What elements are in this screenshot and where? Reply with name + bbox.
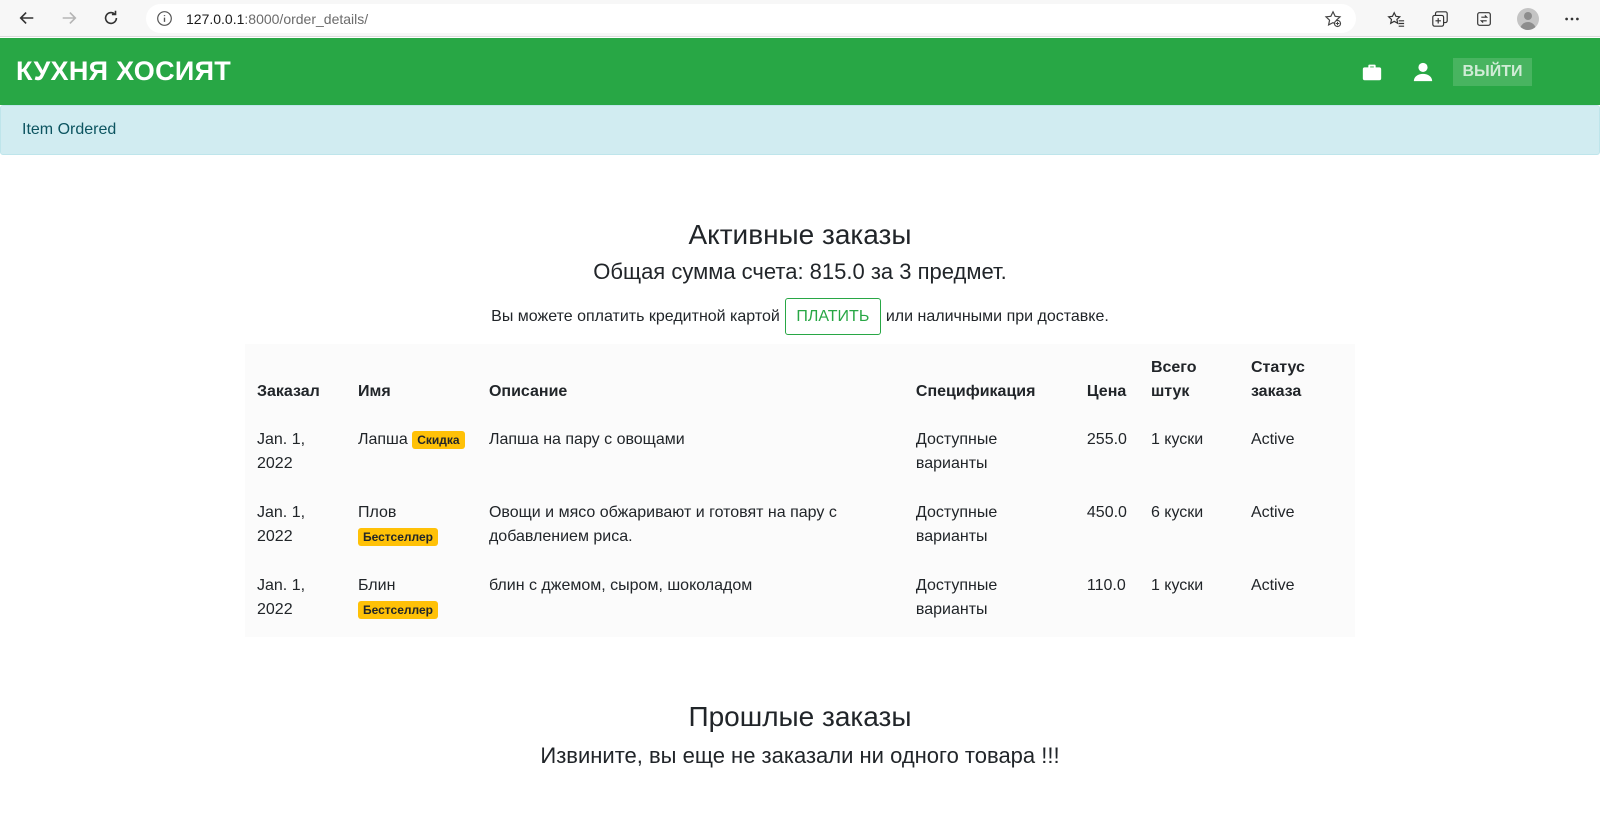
- item-name: Блин: [357, 577, 396, 594]
- item-qty: 1 куски: [1150, 577, 1204, 594]
- forward-button[interactable]: [48, 0, 90, 37]
- browser-toolbar: 127.0.0.1:8000/order_details/: [0, 0, 1600, 37]
- order-status: Active: [1250, 431, 1295, 448]
- no-past-orders-message: Извините, вы еще не заказали ни одного т…: [540, 743, 1060, 768]
- item-description: блин с джемом, сыром, шоколадом: [488, 577, 753, 594]
- add-favorite-icon[interactable]: [1324, 10, 1342, 28]
- column-header: Всего штук: [1150, 359, 1197, 400]
- sync-button[interactable]: [1462, 0, 1506, 37]
- payment-line: Вы можете оплатить кредитной картой ПЛАТ…: [0, 298, 1600, 335]
- orders-button[interactable]: [1360, 60, 1384, 84]
- url-host: 127.0.0.1: [186, 10, 245, 27]
- order-status: Active: [1250, 577, 1295, 594]
- bestseller-badge: Бестселлер: [357, 527, 438, 546]
- column-header: Спецификация: [915, 383, 1036, 400]
- order-status: Active: [1250, 504, 1295, 521]
- item-price: 450.0: [1086, 504, 1127, 521]
- discount-badge: Скидка: [412, 430, 465, 449]
- table-row: Jan. 1, 2022 Плов Бестселлер Овощи и мясо…: [245, 491, 1355, 564]
- bestseller-badge: Бестселлер: [357, 600, 438, 619]
- item-name: Плов: [357, 504, 397, 521]
- back-button[interactable]: [6, 0, 48, 37]
- column-header: Статус заказа: [1250, 359, 1305, 400]
- navbar-actions: ВЫЙТИ: [1360, 38, 1600, 105]
- url-path: :8000/order_details/: [244, 10, 369, 27]
- item-name-cell: Плов Бестселлер: [346, 491, 477, 564]
- ellipsis-icon: [1565, 17, 1579, 20]
- active-orders-table: Заказал Имя Описание Спецификация Цена В…: [245, 344, 1355, 637]
- reload-button[interactable]: [90, 0, 132, 37]
- more-menu-button[interactable]: [1550, 0, 1594, 37]
- forward-arrow-icon: [62, 12, 77, 24]
- site-navbar: КУХНЯ ХОСИЯТ ВЫЙТИ: [0, 38, 1600, 105]
- pay-prefix: Вы можете оплатить кредитной картой: [491, 307, 780, 325]
- order-date: Jan. 1, 2022: [257, 431, 306, 472]
- reload-icon: [104, 10, 118, 25]
- item-price: 255.0: [1086, 431, 1127, 448]
- alert-message: Item Ordered: [0, 105, 1600, 155]
- brand-logo-text[interactable]: КУХНЯ ХОСИЯТ: [16, 56, 231, 87]
- browser-right-toolbar: [1374, 0, 1600, 37]
- table-row: Jan. 1, 2022 Лапша Скидка Лапша на пару …: [245, 418, 1355, 491]
- collections-button[interactable]: [1418, 0, 1462, 37]
- past-orders-title: Прошлые заказы: [688, 701, 912, 732]
- table-row: Jan. 1, 2022 Блин Бестселлер блин с джемо…: [245, 564, 1355, 637]
- item-description: Лапша на пару с овощами: [488, 431, 685, 448]
- pay-suffix: или наличными при доставке.: [885, 307, 1109, 325]
- collections-icon: [1432, 10, 1448, 27]
- item-name: Лапша: [357, 431, 408, 448]
- profile-button[interactable]: [1506, 0, 1550, 37]
- profile-avatar: [1517, 7, 1539, 30]
- item-qty: 1 куски: [1150, 431, 1204, 448]
- url-text[interactable]: 127.0.0.1:8000/order_details/: [186, 11, 368, 27]
- alert-text: Item Ordered: [22, 121, 117, 138]
- pay-button[interactable]: ПЛАТИТЬ: [784, 298, 881, 335]
- item-price: 110.0: [1086, 577, 1126, 594]
- item-spec: Доступные варианты: [915, 504, 998, 545]
- column-header: Имя: [357, 383, 391, 400]
- active-orders-title: Активные заказы: [688, 219, 912, 250]
- briefcase-icon: [1362, 64, 1382, 80]
- browser-essentials-icon: [1477, 11, 1491, 26]
- item-qty: 6 куски: [1150, 504, 1204, 521]
- favorites-button[interactable]: [1374, 0, 1418, 37]
- column-header: Цена: [1086, 383, 1127, 400]
- order-total: Общая сумма счета: 815.0 за 3 предмет.: [593, 259, 1007, 284]
- item-spec: Доступные варианты: [915, 577, 998, 618]
- user-icon: [1413, 62, 1433, 81]
- item-name-cell: Лапша Скидка: [346, 418, 477, 491]
- order-date: Jan. 1, 2022: [257, 577, 306, 618]
- back-arrow-icon: [19, 12, 34, 24]
- column-header: Описание: [488, 383, 568, 400]
- item-description: Овощи и мясо обжаривают и готовят на пар…: [488, 504, 837, 545]
- order-date: Jan. 1, 2022: [257, 504, 306, 545]
- favorites-icon: [1387, 10, 1405, 27]
- logout-button[interactable]: ВЫЙТИ: [1453, 57, 1532, 86]
- info-icon[interactable]: [156, 10, 173, 27]
- table-header-row: Заказал Имя Описание Спецификация Цена В…: [245, 344, 1355, 418]
- item-name-cell: Блин Бестселлер: [346, 564, 477, 637]
- address-bar[interactable]: 127.0.0.1:8000/order_details/: [146, 4, 1356, 33]
- item-spec: Доступные варианты: [915, 431, 998, 472]
- profile-link[interactable]: [1411, 60, 1435, 84]
- column-header: Заказал: [257, 383, 320, 400]
